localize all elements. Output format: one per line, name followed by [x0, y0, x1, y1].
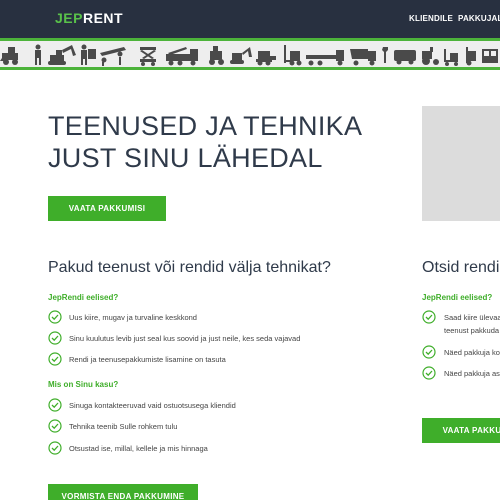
renter-benefits-subtitle: JepRendi eelised? [422, 293, 493, 302]
forklift-icon[interactable] [284, 45, 302, 66]
list-item-text: Rendi ja teenusepakkumiste lisamine on t… [69, 355, 226, 364]
hero-title-line1: TEENUSED JA TEHNIKA [48, 111, 363, 141]
excavator-icon[interactable] [48, 45, 76, 65]
flatbed-truck-icon[interactable] [306, 50, 344, 66]
scissor-lift-icon[interactable] [140, 47, 156, 66]
list-item-text: Otsustad ise, millal, kellele ja mis hin… [69, 444, 208, 453]
hero-image-placeholder [422, 106, 500, 221]
wrench-icon[interactable] [382, 47, 388, 63]
top-bar: JEPRENT KLIENDILE PAKKUJALE [0, 0, 500, 38]
nav-kliendile[interactable]: KLIENDILE [409, 14, 453, 23]
logo-jep: JEP [55, 10, 83, 26]
nav-pakkujale[interactable]: PAKKUJALE [458, 14, 500, 23]
check-circle-icon [422, 366, 436, 380]
hero-title: TEENUSED JA TEHNIKA JUST SINU LÄHEDAL [48, 110, 362, 174]
list-item-text: Uus kiire, mugav ja turvaline keskkond [69, 313, 197, 322]
mini-excavator-icon[interactable] [230, 47, 252, 64]
list-item-text: Saad kiire ülevaat [444, 313, 500, 322]
loader-icon[interactable] [0, 47, 18, 65]
check-circle-icon [48, 441, 62, 455]
tractor-icon[interactable] [422, 47, 439, 65]
crane-truck-icon[interactable] [166, 47, 198, 66]
renter-section-title: Otsid rendi [422, 259, 500, 276]
hero-title-line2: JUST SINU LÄHEDAL [48, 143, 323, 173]
logo-rent: RENT [82, 10, 124, 26]
equipment-icon-strip [0, 41, 500, 70]
check-circle-icon [48, 419, 62, 433]
check-circle-icon [48, 352, 62, 366]
pallet-truck-icon[interactable] [444, 49, 458, 66]
list-item-text: Sinuga kontakteeruvad vaid ostuotsusega … [69, 401, 236, 410]
view-offers-button[interactable]: VAATA PAKKUMISI [48, 196, 166, 221]
compactor-icon[interactable] [209, 46, 224, 65]
list-item-text: Näed pakkuja asu [444, 369, 500, 378]
list-item-text: teenust pakkuda [444, 326, 500, 335]
provider-section-title: Pakud teenust või rendid välja tehnikat? [48, 259, 331, 276]
tipper-truck-icon[interactable] [350, 49, 376, 66]
view-offers-button-right[interactable]: VAATA PAKKU [422, 418, 500, 443]
van-icon[interactable] [394, 50, 416, 65]
check-circle-icon [48, 331, 62, 345]
provider-gain-subtitle: Mis on Sinu kasu? [48, 380, 119, 389]
create-offer-button[interactable]: VORMISTA ENDA PAKKUMINE [48, 484, 198, 500]
hand-truck-icon[interactable] [466, 47, 476, 66]
worker-icon[interactable] [35, 44, 41, 66]
check-circle-icon [422, 310, 436, 324]
list-item-text: Näed pakkuja kon [444, 348, 500, 357]
provider-benefits-subtitle: JepRendi eelised? [48, 293, 119, 302]
skid-steer-icon[interactable] [256, 51, 276, 66]
logo[interactable]: JEPRENT [55, 10, 123, 26]
carrier-icon[interactable] [100, 47, 126, 66]
check-circle-icon [48, 398, 62, 412]
storage-icon[interactable] [482, 49, 498, 63]
porter-icon[interactable] [81, 44, 96, 66]
check-circle-icon [48, 310, 62, 324]
list-item-text: Tehnika teenib Sulle rohkem tulu [69, 422, 178, 431]
list-item-text: Sinu kuulutus levib just seal kus soovid… [69, 334, 301, 343]
check-circle-icon [422, 345, 436, 359]
